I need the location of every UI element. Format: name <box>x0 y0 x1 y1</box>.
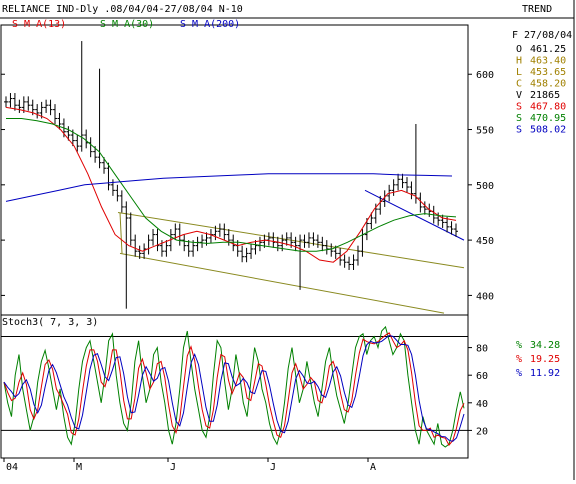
price-tick-label: 600 <box>476 70 494 81</box>
price-tick-label: 500 <box>476 181 494 192</box>
chart-window: RELIANCE IND-Dly .08/04/04-27/08/04 N-10… <box>0 0 576 480</box>
price-tick-label: 550 <box>476 126 494 137</box>
price-tick-label: 400 <box>476 291 494 302</box>
stoch-readout-value: 11.92 <box>530 368 560 379</box>
sma30-label: S M A(30) <box>100 19 154 30</box>
readout-key: S <box>516 102 522 113</box>
readout-value: 458.20 <box>530 79 566 90</box>
readout-key: S <box>516 125 522 136</box>
readout-key: O <box>516 44 522 55</box>
stoch-tick-label: 80 <box>476 344 488 355</box>
stoch-readout-value: 34.28 <box>530 340 560 351</box>
price-tick-label: 450 <box>476 236 494 247</box>
x-tick-label: M <box>76 462 82 473</box>
sma13-label: S M A(13) <box>12 19 66 30</box>
stoch-tick-label: 60 <box>476 371 488 382</box>
readout-key: C <box>516 79 522 90</box>
stoch-readout-key: % <box>516 340 522 351</box>
readout-key: V <box>516 90 522 101</box>
x-tick-label: 04 <box>6 462 18 473</box>
stoch-tick-label: 20 <box>476 426 488 437</box>
stoch-readout-value: 19.25 <box>530 354 560 365</box>
readout-value: 467.80 <box>530 102 566 113</box>
stoch-tick-label: 40 <box>476 399 488 410</box>
x-tick-label: J <box>170 462 176 473</box>
chart-title: RELIANCE IND-Dly .08/04/04-27/08/04 N-10 <box>2 4 243 15</box>
readout-value: 463.40 <box>530 56 566 67</box>
readout-key: H <box>516 56 522 67</box>
readout-value: 453.65 <box>530 67 566 78</box>
x-tick-label: A <box>370 462 376 473</box>
stoch-label: Stoch3( 7, 3, 3) <box>2 317 98 328</box>
sma200-label: S M A(200) <box>180 19 240 30</box>
readout-key: S <box>516 113 522 124</box>
stoch-readout-key: % <box>516 368 522 379</box>
stoch-readout-key: % <box>516 354 522 365</box>
readout-value: 461.25 <box>530 44 566 55</box>
readout-key: L <box>516 67 522 78</box>
readout-value: 508.02 <box>530 125 566 136</box>
chart-mode: TREND <box>522 4 552 15</box>
readout-value: 470.95 <box>530 113 566 124</box>
x-tick-label: J <box>270 462 276 473</box>
price-stochastic-chart: RELIANCE IND-Dly .08/04/04-27/08/04 N-10… <box>0 0 576 480</box>
readout-value: 21865 <box>530 90 560 101</box>
readout-date: F 27/08/04 <box>512 30 572 41</box>
